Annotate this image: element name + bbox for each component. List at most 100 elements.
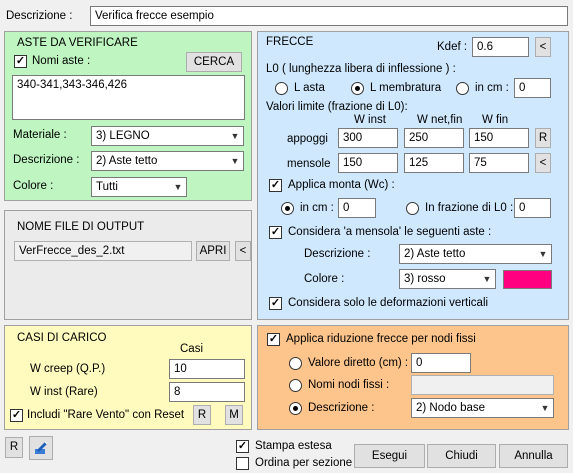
mensola-desc-select[interactable]: 2) Aste tetto ▼ bbox=[399, 244, 552, 264]
descrizione-label: Descrizione : bbox=[6, 10, 73, 22]
mensola-colore-select[interactable]: 3) rosso ▼ bbox=[399, 269, 496, 289]
materiale-label: Materiale : bbox=[13, 129, 67, 141]
mensole-button[interactable]: < bbox=[535, 153, 551, 173]
monta-checkbox[interactable]: ✓ bbox=[269, 179, 282, 192]
chevron-down-icon: ▼ bbox=[538, 249, 548, 259]
nomi-aste-label: Nomi aste : bbox=[32, 55, 91, 67]
colore-label: Colore : bbox=[13, 180, 54, 192]
appoggi-wnetfin-input[interactable]: 250 bbox=[404, 128, 464, 148]
casi-panel: CASI DI CARICO Casi W creep (Q.P.) 10 W … bbox=[4, 325, 252, 430]
mensola-label: Considera 'a mensola' le seguenti aste : bbox=[288, 226, 492, 238]
nomi-nodi-input[interactable] bbox=[411, 375, 554, 395]
valore-input[interactable]: 0 bbox=[411, 353, 471, 373]
col-wnetfin: W net,fin bbox=[417, 114, 463, 126]
apri-button[interactable]: APRI bbox=[196, 241, 230, 261]
monta-frazione-input[interactable]: 0 bbox=[514, 198, 551, 218]
descrizione-nodi-radio[interactable] bbox=[289, 402, 302, 415]
casi-m-button[interactable]: M bbox=[225, 405, 243, 425]
nomi-nodi-radio[interactable] bbox=[289, 379, 302, 392]
annulla-button[interactable]: Annulla bbox=[499, 444, 568, 468]
rare-vento-checkbox[interactable]: ✓ bbox=[10, 409, 23, 422]
descrizione-aste-value: 2) Aste tetto bbox=[96, 155, 158, 167]
winst-input[interactable]: 8 bbox=[169, 382, 245, 402]
valore-radio[interactable] bbox=[289, 357, 302, 370]
edit-button[interactable] bbox=[29, 436, 53, 460]
winst-label: W inst (Rare) bbox=[30, 386, 98, 398]
descrizione-input[interactable]: Verifica frecce esempio bbox=[90, 6, 568, 26]
casi-title: CASI DI CARICO bbox=[17, 332, 107, 344]
mensole-winst-input[interactable]: 150 bbox=[338, 153, 398, 173]
verticali-label: Considera solo le deformazioni verticali bbox=[288, 297, 489, 309]
in-cm-input[interactable]: 0 bbox=[514, 78, 551, 98]
frecce-panel: FRECCE Kdef : 0.6 < L0 ( lunghezza liber… bbox=[257, 31, 569, 320]
chevron-down-icon: ▼ bbox=[230, 131, 240, 141]
aste-title: ASTE DA VERIFICARE bbox=[17, 37, 138, 49]
monta-cm-label: in cm : bbox=[300, 202, 334, 214]
colore-select[interactable]: Tutti ▼ bbox=[91, 177, 187, 197]
wcreep-input[interactable]: 10 bbox=[169, 359, 245, 379]
output-panel: NOME FILE DI OUTPUT VerFrecce_des_2.txt … bbox=[4, 210, 252, 320]
materiale-select[interactable]: 3) LEGNO ▼ bbox=[91, 126, 244, 146]
riduzione-checkbox[interactable]: ✓ bbox=[267, 333, 280, 346]
descrizione-nodi-label: Descrizione : bbox=[308, 402, 375, 414]
in-cm-label: in cm : bbox=[475, 82, 509, 94]
chevron-down-icon: ▼ bbox=[540, 403, 550, 413]
descrizione-aste-label: Descrizione : bbox=[13, 154, 80, 166]
frecce-title: FRECCE bbox=[266, 36, 314, 48]
chevron-down-icon: ▼ bbox=[173, 182, 183, 192]
kdef-input[interactable]: 0.6 bbox=[472, 37, 529, 57]
casi-r-button[interactable]: R bbox=[193, 405, 211, 425]
valori-label: Valori limite (frazione di L0): bbox=[266, 101, 408, 113]
descrizione-aste-select[interactable]: 2) Aste tetto ▼ bbox=[91, 151, 244, 171]
valore-label: Valore diretto (cm) : bbox=[308, 357, 409, 369]
mensola-colore-label: Colore : bbox=[304, 273, 345, 285]
appoggi-r-button[interactable]: R bbox=[535, 128, 551, 148]
mensola-colore-value: 3) rosso bbox=[404, 273, 446, 285]
l-asta-radio[interactable] bbox=[275, 82, 288, 95]
monta-frazione-label: In frazione di L0 : bbox=[425, 202, 514, 214]
mensole-label: mensole bbox=[287, 158, 331, 170]
appoggi-wfin-input[interactable]: 150 bbox=[469, 128, 529, 148]
riduzione-title: Applica riduzione frecce per nodi fissi bbox=[286, 333, 476, 345]
output-back-button[interactable]: < bbox=[235, 241, 251, 261]
ordina-label: Ordina per sezione bbox=[255, 457, 353, 469]
stampa-label: Stampa estesa bbox=[255, 440, 332, 452]
mensole-wnetfin-input[interactable]: 125 bbox=[404, 153, 464, 173]
mensola-desc-label: Descrizione : bbox=[304, 248, 371, 260]
stampa-checkbox[interactable]: ✓ bbox=[236, 440, 249, 453]
mensola-colore-swatch[interactable] bbox=[503, 270, 552, 289]
monta-cm-input[interactable]: 0 bbox=[338, 198, 376, 218]
monta-cm-radio[interactable] bbox=[281, 202, 294, 215]
output-file-input[interactable]: VerFrecce_des_2.txt bbox=[14, 241, 192, 261]
mensola-checkbox[interactable]: ✓ bbox=[269, 226, 282, 239]
mensole-wfin-input[interactable]: 75 bbox=[469, 153, 529, 173]
cerca-button[interactable]: CERCA bbox=[186, 52, 242, 72]
chevron-down-icon: ▼ bbox=[482, 274, 492, 284]
chevron-down-icon: ▼ bbox=[230, 156, 240, 166]
ordina-checkbox[interactable] bbox=[236, 457, 249, 470]
l0-label: L0 ( lunghezza libera di inflessione ) : bbox=[266, 63, 456, 75]
descrizione-nodi-value: 2) Nodo base bbox=[416, 402, 486, 414]
aste-textarea[interactable]: 340-341,343-346,426 bbox=[12, 75, 245, 120]
appoggi-winst-input[interactable]: 300 bbox=[338, 128, 398, 148]
descrizione-nodi-select[interactable]: 2) Nodo base ▼ bbox=[411, 398, 554, 418]
output-title: NOME FILE DI OUTPUT bbox=[17, 221, 145, 233]
kdef-label: Kdef : bbox=[437, 41, 468, 53]
l-membratura-radio[interactable] bbox=[351, 82, 364, 95]
verticali-checkbox[interactable]: ✓ bbox=[269, 297, 282, 310]
monta-frazione-radio[interactable] bbox=[406, 202, 419, 215]
riduzione-panel: ✓ Applica riduzione frecce per nodi fiss… bbox=[257, 325, 569, 430]
mensola-desc-value: 2) Aste tetto bbox=[404, 248, 466, 260]
kdef-button[interactable]: < bbox=[535, 37, 551, 57]
nomi-aste-checkbox[interactable]: ✓ bbox=[14, 55, 27, 68]
bottom-r-button[interactable]: R bbox=[5, 437, 23, 458]
l-membratura-label: L membratura bbox=[370, 82, 442, 94]
colore-value: Tutti bbox=[96, 181, 118, 193]
esegui-button[interactable]: Esegui bbox=[354, 444, 425, 468]
in-cm-radio[interactable] bbox=[456, 82, 469, 95]
col-casi: Casi bbox=[180, 343, 204, 355]
materiale-value: 3) LEGNO bbox=[96, 130, 150, 142]
chiudi-button[interactable]: Chiudi bbox=[427, 444, 496, 468]
monta-label: Applica monta (Wc) : bbox=[288, 179, 395, 191]
appoggi-label: appoggi bbox=[287, 133, 328, 145]
